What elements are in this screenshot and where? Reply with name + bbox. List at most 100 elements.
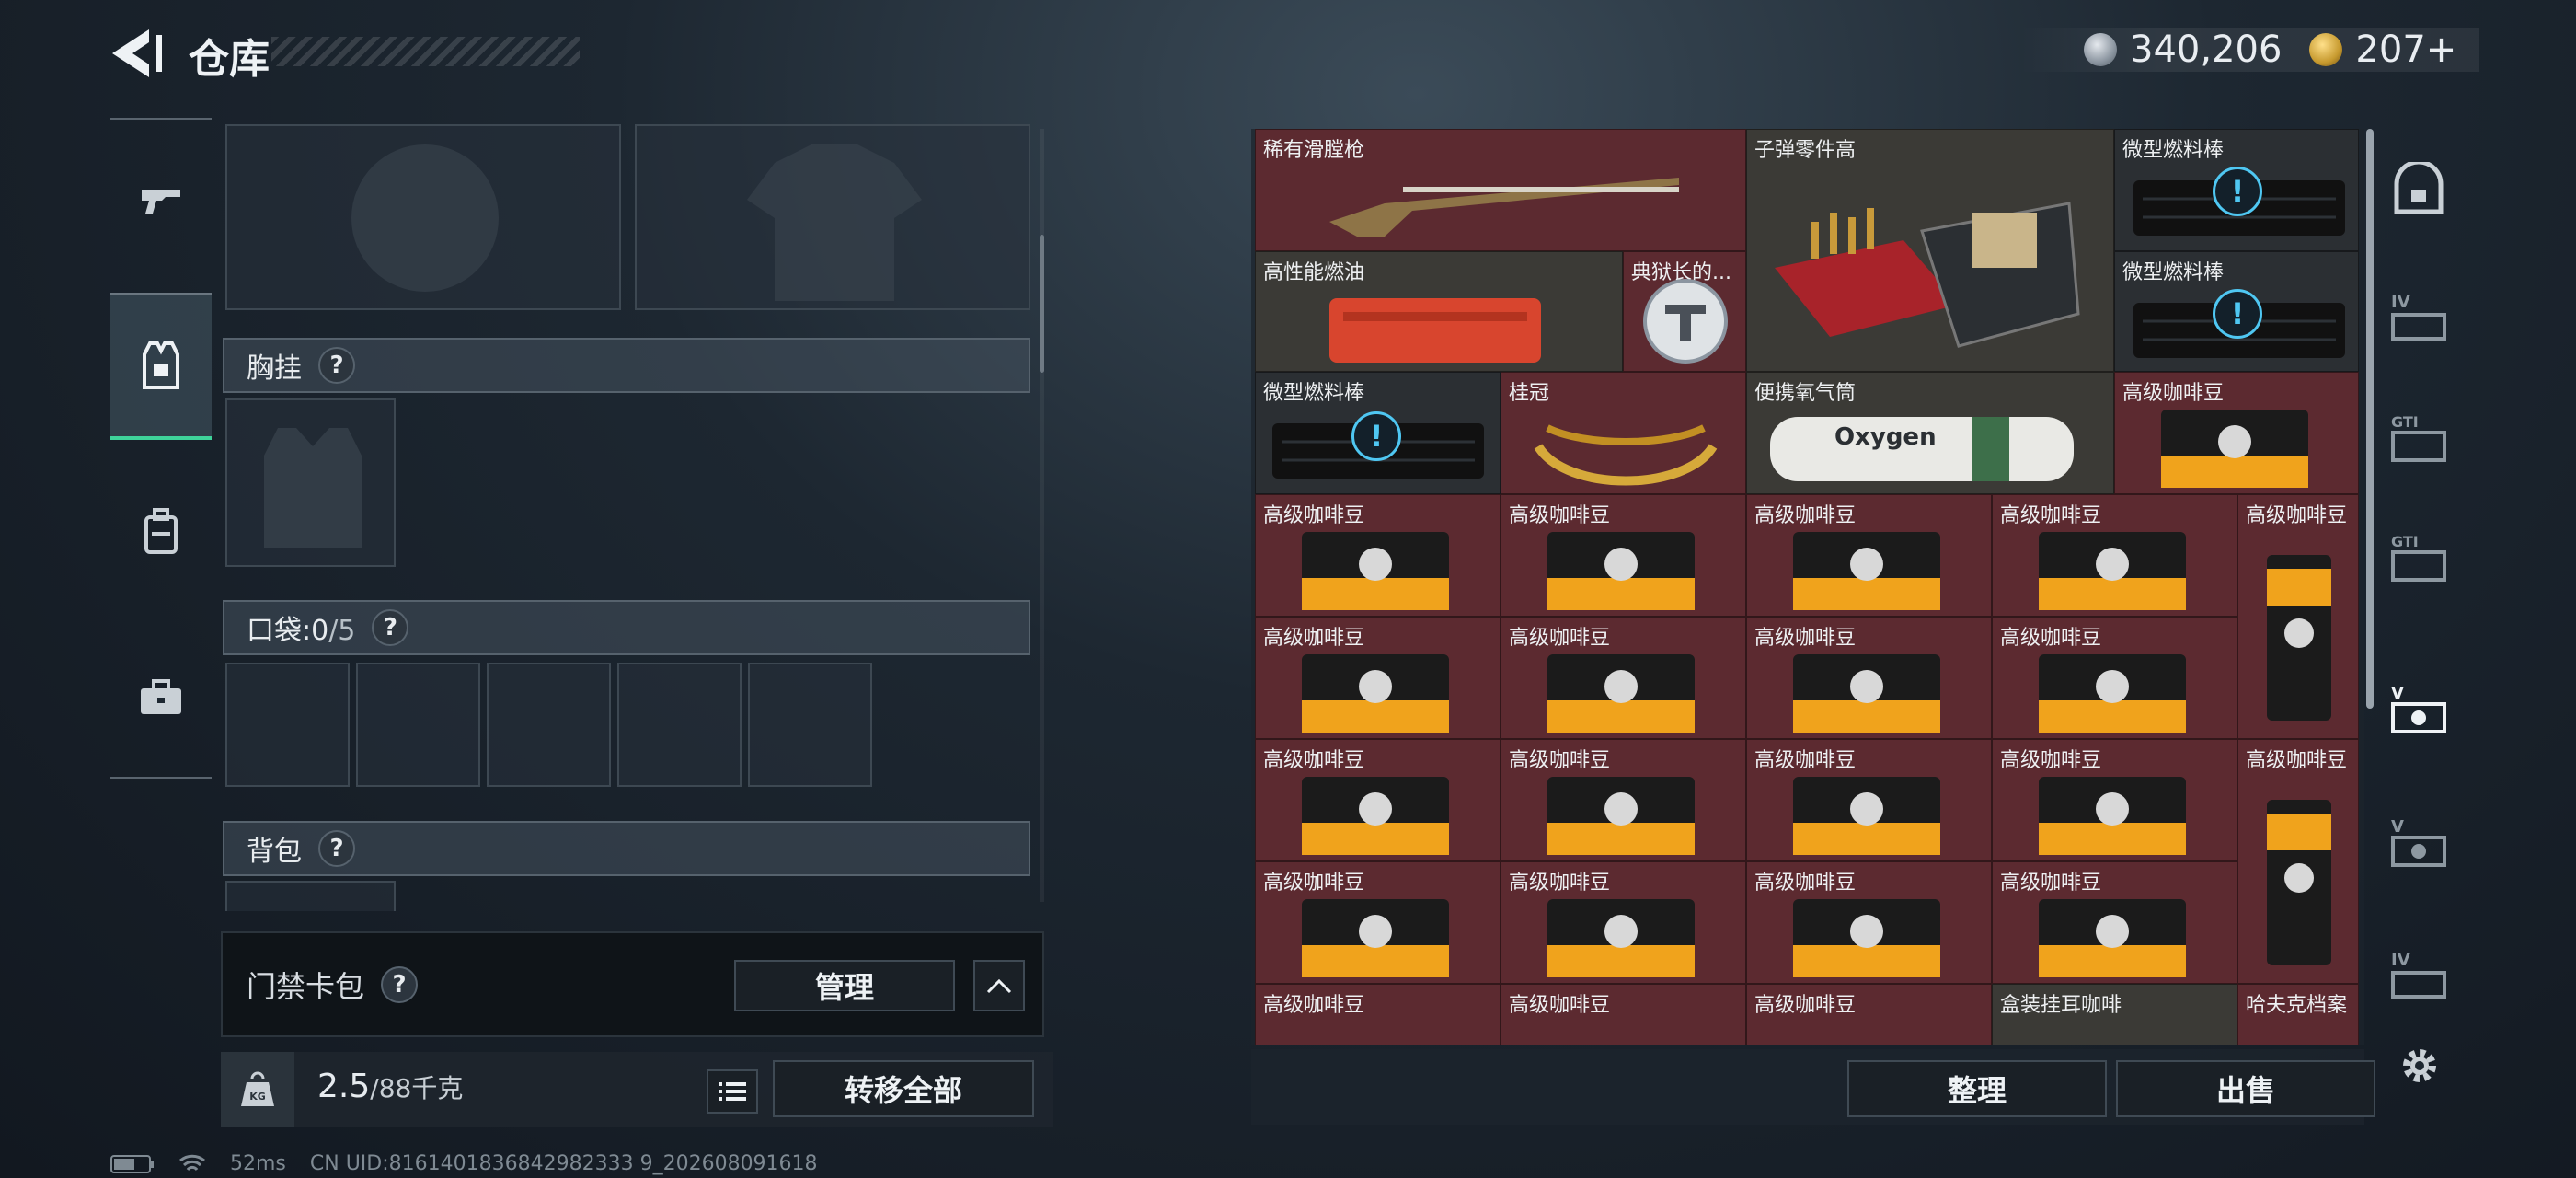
storage-item[interactable]: 高级咖啡豆 — [1501, 617, 1746, 739]
storage-item[interactable]: 高级咖啡豆 — [1501, 861, 1746, 984]
fuel-case-icon — [1329, 298, 1541, 363]
svg-text:V: V — [2391, 817, 2404, 837]
storage-grid: 稀有滑膛枪 子弹零件高 微型燃料棒 ! 高性能燃油 典狱长的... 微型燃料棒 … — [1255, 129, 2363, 1045]
equipment-category-nav — [110, 118, 212, 779]
storage-item[interactable]: 高级咖啡豆 — [1992, 739, 2237, 861]
nav-tier-GTI-1[interactable]: GTI — [2386, 405, 2452, 471]
warden-badge-icon — [1643, 279, 1728, 364]
pocket-slot[interactable] — [356, 663, 480, 787]
storage-item[interactable]: 微型燃料棒 ! — [2114, 251, 2359, 372]
item-label: 高级咖啡豆 — [2000, 504, 2102, 527]
storage-item[interactable]: 高级咖啡豆 — [1501, 984, 1746, 1045]
storage-scrollbar[interactable] — [2366, 129, 2374, 709]
svg-text:GTI: GTI — [2391, 413, 2419, 431]
storage-item[interactable]: 高级咖啡豆 — [1501, 739, 1746, 861]
pocket-slot[interactable] — [617, 663, 742, 787]
helmet-slot[interactable] — [225, 124, 621, 310]
nav-safe-box[interactable] — [2386, 156, 2452, 223]
keycard-pack-label: 门禁卡包 — [247, 968, 365, 1004]
storage-item[interactable]: 高级咖啡豆 — [1501, 494, 1746, 617]
storage-item[interactable]: 便携氧气筒 Oxygen — [1746, 372, 2114, 494]
nav-briefcase[interactable] — [110, 624, 212, 771]
storage-item[interactable]: 微型燃料棒 ! — [2114, 129, 2359, 251]
status-bar: 52ms CN UID:8161401836842982333 9_202608… — [110, 1152, 818, 1175]
nav-tier-IV[interactable]: IV — [2386, 285, 2452, 352]
nav-backpack[interactable] — [110, 458, 212, 606]
helmet-silhouette-icon — [351, 144, 499, 292]
storage-item[interactable]: 高级咖啡豆 — [1992, 494, 2237, 617]
coffee-bag-icon — [2161, 410, 2308, 488]
settings-button[interactable] — [2394, 1040, 2445, 1091]
keycard-help-icon[interactable]: ? — [381, 965, 419, 1003]
storage-item[interactable]: 高性能燃油 — [1255, 251, 1623, 372]
armor-slot[interactable] — [635, 124, 1030, 310]
storage-item[interactable]: 子弹零件高 — [1746, 129, 2114, 372]
storage-item[interactable]: 高级咖啡豆 — [1255, 861, 1501, 984]
chest-rig-help-icon[interactable]: ? — [318, 347, 355, 384]
nav-weapons[interactable] — [110, 127, 212, 274]
coffee-bag-tall-icon — [2267, 555, 2331, 721]
storage-item[interactable]: 高级咖啡豆 — [2237, 739, 2359, 984]
list-view-button[interactable] — [707, 1069, 758, 1114]
pocket-slot[interactable] — [487, 663, 611, 787]
ammo-crate-icon — [1775, 202, 2080, 348]
sort-button[interactable]: 整理 — [1847, 1060, 2107, 1117]
storage-item[interactable]: 高级咖啡豆 — [1255, 617, 1501, 739]
storage-item[interactable]: 典狱长的... — [1623, 251, 1746, 372]
storage-item[interactable]: 高级咖啡豆 — [2237, 494, 2359, 739]
nav-tier-GTI-2[interactable]: GTI — [2386, 525, 2452, 591]
nav-tier-V-2[interactable]: V — [2386, 810, 2452, 876]
svg-text:Oxygen: Oxygen — [1834, 423, 1937, 451]
musket-icon — [1329, 178, 1679, 237]
coffee-bag-icon — [2039, 777, 2186, 855]
storage-item[interactable]: 高级咖啡豆 — [2114, 372, 2359, 494]
item-label: 微型燃料棒 — [2122, 261, 2225, 284]
back-button[interactable] — [109, 28, 164, 79]
backpack-slot[interactable] — [225, 881, 396, 911]
sell-button[interactable]: 出售 — [2116, 1060, 2375, 1117]
title-decoration — [271, 37, 580, 66]
gear-icon — [2403, 1049, 2436, 1082]
coffee-bag-icon — [1793, 899, 1940, 977]
manage-button[interactable]: 管理 — [734, 960, 955, 1011]
chevron-up-icon — [986, 978, 1012, 994]
vest-silhouette-icon — [264, 428, 362, 548]
item-label: 高级咖啡豆 — [1509, 504, 1611, 527]
storage-item[interactable]: 高级咖啡豆 — [1255, 984, 1501, 1045]
storage-item[interactable]: 高级咖啡豆 — [1992, 861, 2237, 984]
coffee-bag-icon — [1547, 899, 1695, 977]
item-label: 高级咖啡豆 — [2246, 504, 2348, 527]
storage-item[interactable]: 高级咖啡豆 — [1746, 739, 1992, 861]
svg-text:GTI: GTI — [2391, 533, 2419, 550]
collapse-button[interactable] — [973, 960, 1025, 1011]
gold-amount[interactable]: 207+ — [2355, 29, 2456, 71]
item-label: 高级咖啡豆 — [1754, 504, 1857, 527]
nav-chest-rig[interactable] — [110, 293, 212, 440]
storage-item[interactable]: 微型燃料棒 ! — [1255, 372, 1501, 494]
item-label: 盒装挂耳咖啡 — [2000, 994, 2122, 1017]
storage-item[interactable]: 高级咖啡豆 — [1992, 617, 2237, 739]
item-label: 高级咖啡豆 — [1509, 627, 1611, 650]
warning-icon: ! — [2213, 167, 2262, 216]
gold-coin-icon[interactable] — [2309, 33, 2343, 66]
storage-item[interactable]: 桂冠 — [1501, 372, 1746, 494]
storage-item[interactable]: 哈夫克档案 — [2237, 984, 2359, 1045]
transfer-all-button[interactable]: 转移全部 — [773, 1060, 1034, 1117]
storage-item[interactable]: 高级咖啡豆 — [1255, 494, 1501, 617]
backpack-help-icon[interactable]: ? — [318, 830, 355, 867]
nav-tier-V-1[interactable]: V — [2386, 676, 2452, 743]
storage-item[interactable]: 高级咖啡豆 — [1746, 494, 1992, 617]
storage-item[interactable]: 高级咖啡豆 — [1746, 617, 1992, 739]
chest-rig-slot[interactable] — [225, 398, 396, 567]
storage-item[interactable]: 盒装挂耳咖啡 — [1992, 984, 2237, 1045]
pocket-slot[interactable] — [748, 663, 872, 787]
pocket-help-icon[interactable]: ? — [372, 609, 409, 646]
storage-item[interactable]: 高级咖啡豆 — [1746, 861, 1992, 984]
item-label: 高级咖啡豆 — [1263, 627, 1365, 650]
nav-tier-IV-2[interactable]: IV — [2386, 943, 2452, 1010]
storage-item[interactable]: 高级咖啡豆 — [1255, 739, 1501, 861]
pocket-slot[interactable] — [225, 663, 350, 787]
storage-item[interactable]: 高级咖啡豆 — [1746, 984, 1992, 1045]
storage-item[interactable]: 稀有滑膛枪 — [1255, 129, 1746, 251]
svg-text:V: V — [2391, 684, 2404, 703]
